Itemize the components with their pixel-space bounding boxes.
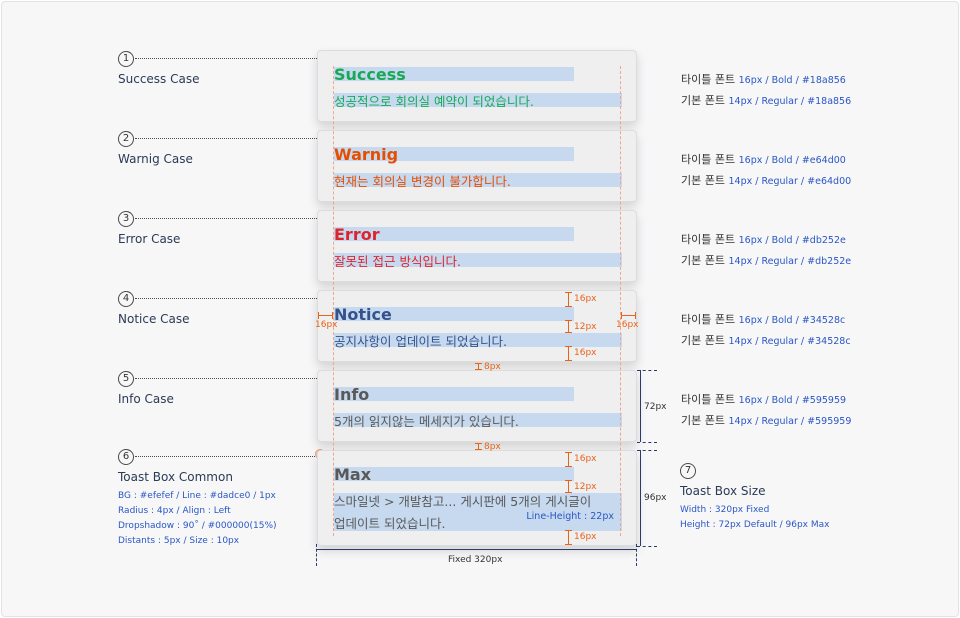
toast-success: Success 성공적으로 회의실 예약이 되었습니다. (317, 50, 637, 122)
callout-number: 6 (118, 449, 134, 465)
toast-title: Notice (334, 305, 392, 324)
dimension-tick (636, 544, 637, 566)
spec-title-error: 타이틀 폰트 16px / Bold / #db252e (681, 233, 846, 246)
spec-body-success: 기본 폰트 14px / Regular / #18a856 (681, 94, 852, 107)
padding-right-label: 16px (616, 320, 639, 330)
padding-right-marker (621, 312, 636, 319)
leader-line (135, 138, 317, 139)
left-padding-guide (333, 66, 334, 536)
callout-number: 4 (118, 291, 134, 307)
width-dimension-line (317, 549, 637, 550)
padding-left-label: 16px (315, 320, 338, 330)
spec-body-notice: 기본 폰트 14px / Regular / #34528c (681, 334, 851, 347)
toast-gap-marker (475, 363, 482, 370)
toast-message-line-1: 스마일넷 > 개발참고... 게시판에 5개의 게시글이 (334, 494, 592, 509)
size-specs: Width : 320px Fixed Height : 72px Defaul… (680, 503, 829, 533)
callout-label: Toast Box Common (118, 470, 233, 484)
leader-line (135, 378, 317, 379)
padding-top-label: 16px (574, 294, 597, 304)
callout-label: Success Case (118, 72, 200, 86)
spec-bg: BG : #efefef / Line : #dadce0 / 1px (118, 491, 276, 501)
toast-message-line-2: 업데이트 되었습니다. (334, 516, 446, 531)
spec-width: Width : 320px Fixed (680, 505, 770, 515)
fixed-width-label: Fixed 320px (448, 555, 503, 565)
height-dimension-line (640, 370, 641, 442)
title-highlight (334, 387, 574, 401)
padding-top-marker (565, 292, 572, 307)
toast-message: 공지사항이 업데이트 되었습니다. (334, 334, 507, 349)
callout-number: 5 (118, 371, 134, 387)
title-gap-marker (565, 480, 572, 493)
leader-line (135, 218, 317, 219)
title-gap-label: 12px (574, 322, 597, 332)
padding-top-label: 16px (574, 454, 597, 464)
padding-left-marker (318, 312, 333, 319)
padding-bottom-marker (565, 346, 572, 361)
toast-gap-label: 8px (484, 442, 501, 452)
spec-height: Height : 72px Default / 96px Max (680, 520, 830, 530)
dimension-tick (316, 544, 317, 566)
callout-number: 2 (118, 131, 134, 147)
padding-bottom-marker (565, 530, 572, 545)
padding-bottom-label: 16px (574, 348, 597, 358)
toast-title: Max (334, 465, 372, 484)
callout-label: Error Case (118, 232, 181, 246)
toast-title: Error (334, 225, 380, 244)
callout-label: Info Case (118, 392, 174, 406)
toast-info: Info 5개의 읽지않는 메세지가 있습니다. (317, 370, 637, 442)
spec-distants: Distants : 5px / Size : 10px (118, 536, 240, 546)
spec-title-info: 타이틀 폰트 16px / Bold / #595959 (681, 393, 847, 406)
toast-gap-marker (475, 443, 482, 450)
spec-dropshadow: Dropshadow : 90˚ / #000000(15%) (118, 521, 277, 531)
spec-body-info: 기본 폰트 14px / Regular / #595959 (681, 414, 852, 427)
toast-message: 잘못된 접근 방식입니다. (334, 254, 461, 269)
callout-label: Toast Box Size (680, 484, 766, 498)
toast-gap-label: 8px (484, 362, 501, 372)
spec-title-warning: 타이틀 폰트 16px / Bold / #e64d00 (681, 153, 846, 166)
toast-message: 성공적으로 회의실 예약이 되었습니다. (334, 94, 534, 109)
spec-title-notice: 타이틀 폰트 16px / Bold / #34528c (681, 313, 846, 326)
dimension-tick (637, 442, 657, 443)
dimension-tick (637, 546, 657, 547)
callout-number: 3 (118, 211, 134, 227)
spec-title-success: 타이틀 폰트 16px / Bold / #18a856 (681, 73, 846, 86)
common-specs: BG : #efefef / Line : #dadce0 / 1px Radi… (118, 489, 277, 549)
toast-title: Success (334, 65, 406, 84)
padding-top-marker (565, 452, 572, 467)
spec-canvas: 1 Success Case 2 Warnig Case 3 Error Cas… (1, 1, 959, 617)
spec-radius: Radius : 4px / Align : Left (118, 506, 231, 516)
callout-number: 1 (118, 51, 134, 67)
padding-bottom-label: 16px (574, 532, 597, 542)
leader-line (135, 58, 317, 59)
toast-message: 현재는 회의실 변경이 불가합니다. (334, 174, 511, 189)
toast-title: Info (334, 385, 370, 404)
spec-body-error: 기본 폰트 14px / Regular / #db252e (681, 254, 852, 267)
toast-error: Error 잘못된 접근 방식입니다. (317, 210, 637, 282)
spec-body-warning: 기본 폰트 14px / Regular / #e64d00 (681, 174, 852, 187)
toast-title: Warnig (334, 145, 399, 164)
title-gap-label: 12px (574, 482, 597, 492)
height-dimension-line (640, 450, 641, 546)
callout-label: Notice Case (118, 312, 190, 326)
default-height-label: 72px (644, 402, 667, 412)
right-padding-guide (620, 66, 621, 536)
leader-line (135, 298, 317, 299)
leader-line (135, 456, 317, 457)
callout-number: 7 (680, 463, 696, 479)
toast-message: 5개의 읽지않는 메세지가 있습니다. (334, 414, 519, 429)
line-height-note: Line-Height : 22px (526, 511, 614, 522)
title-gap-marker (565, 320, 572, 333)
toast-warning: Warnig 현재는 회의실 변경이 불가합니다. (317, 130, 637, 202)
max-height-label: 96px (644, 493, 667, 503)
callout-label: Warnig Case (118, 152, 193, 166)
